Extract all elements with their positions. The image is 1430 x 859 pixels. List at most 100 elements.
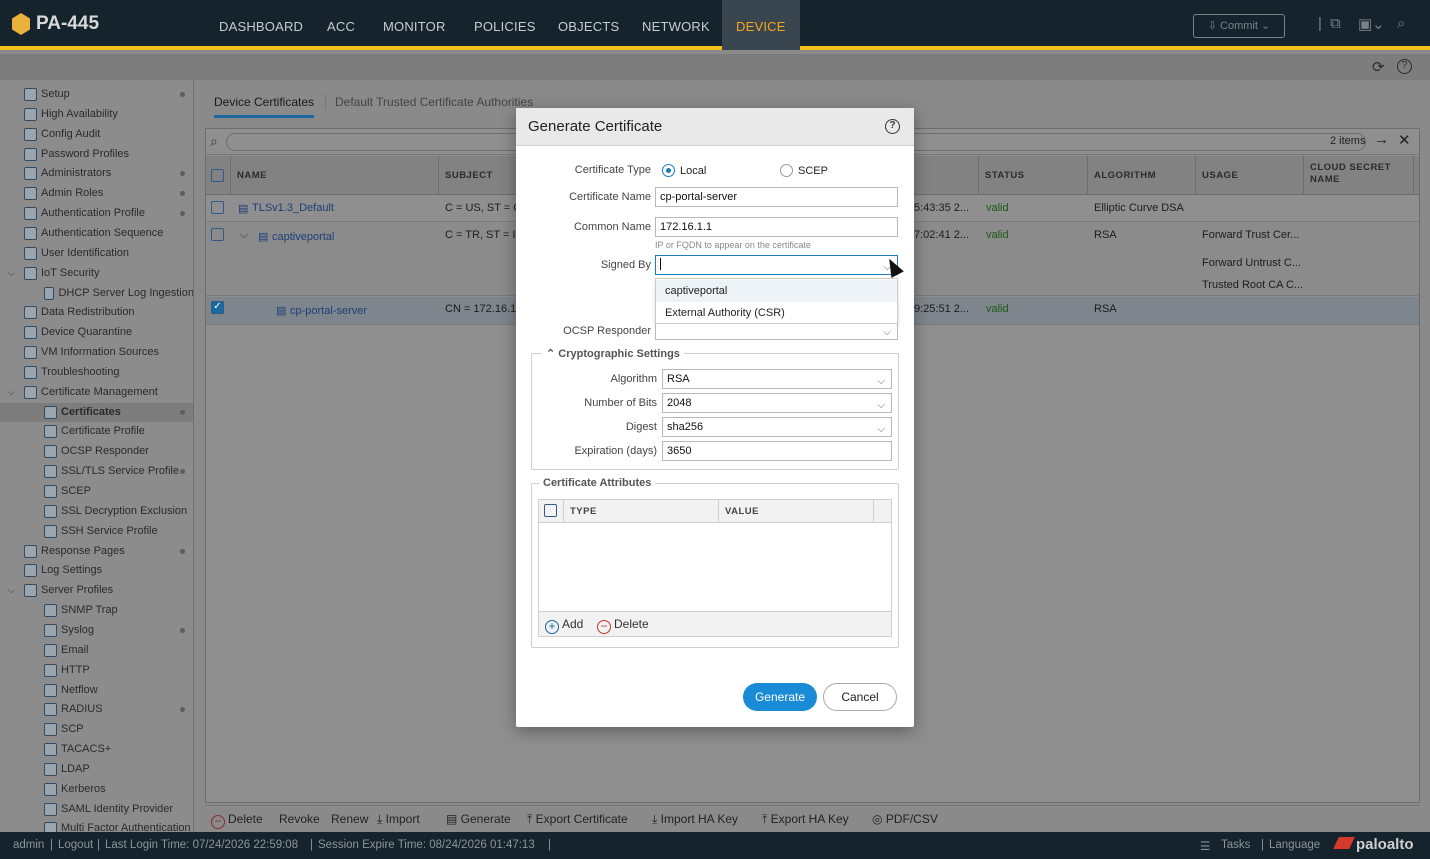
sidebar-item-config-audit[interactable]: Config Audit — [24, 125, 193, 144]
sidebar-item-administrators[interactable]: Administrators — [24, 164, 193, 183]
sidebar-item-ssl-tls-service-profile[interactable]: SSL/TLS Service Profile — [44, 462, 193, 481]
common-name-input[interactable]: 172.16.1.1 — [655, 217, 898, 237]
revoke-action[interactable]: Revoke — [279, 812, 320, 826]
search-icon[interactable]: ⌕ — [1397, 15, 1405, 32]
sidebar-item-tacacs-[interactable]: TACACS+ — [44, 740, 193, 759]
import-ha-key-action[interactable]: ⤓ Import HA Key — [652, 812, 738, 827]
sidebar-item-multi-factor-authentication[interactable]: Multi Factor Authentication — [44, 819, 193, 832]
col-usage[interactable]: USAGE — [1196, 156, 1304, 195]
crypto-legend[interactable]: ⌃ Cryptographic Settings — [542, 347, 684, 360]
sidebar-item-vm-information-sources[interactable]: VM Information Sources — [24, 343, 193, 362]
radio-scep[interactable] — [780, 164, 793, 177]
algorithm-select[interactable]: RSA ⌵ — [662, 369, 892, 389]
refresh-icon[interactable]: ⟳ — [1372, 58, 1385, 76]
sidebar-item-user-identification[interactable]: User Identification — [24, 244, 193, 263]
renew-action[interactable]: Renew — [331, 812, 368, 826]
col-cloud-secret-name[interactable]: CLOUD SECRET NAME — [1304, 156, 1414, 195]
expand-chevron-icon[interactable]: ⌵ — [8, 387, 15, 398]
help-icon[interactable]: ? — [1397, 59, 1412, 74]
sidebar-item-kerberos[interactable]: Kerberos — [44, 780, 193, 799]
delete-attribute-button[interactable]: − Delete — [597, 617, 649, 634]
row-checkbox[interactable] — [211, 228, 224, 241]
sidebar-item-setup[interactable]: Setup — [24, 85, 193, 104]
cert-name-input[interactable]: cp-portal-server — [655, 187, 898, 207]
sidebar-item-syslog[interactable]: Syslog — [44, 621, 193, 640]
sidebar-item-http[interactable]: HTTP — [44, 661, 193, 680]
tab-device-certificates[interactable]: Device Certificates — [214, 95, 315, 118]
delete-action[interactable]: − Delete — [211, 812, 263, 829]
attr-col-type[interactable]: TYPE — [564, 500, 719, 523]
row-name[interactable]: TLSv1.3_Default — [252, 202, 334, 214]
row-name[interactable]: cp-portal-server — [290, 305, 367, 317]
ocsp-select[interactable]: ⌵ — [655, 324, 898, 340]
tasks-icon[interactable]: ☰ — [1200, 839, 1210, 853]
select-all-checkbox[interactable] — [211, 169, 224, 182]
export-ha-key-action[interactable]: ⤒ Export HA Key — [762, 812, 849, 827]
sidebar-item-authentication-sequence[interactable]: Authentication Sequence — [24, 224, 193, 243]
export-certificate-action[interactable]: ⤒ Export Certificate — [527, 812, 628, 827]
pdf-csv-action[interactable]: ◎ PDF/CSV — [872, 812, 938, 826]
clear-filter-icon[interactable]: ✕ — [1398, 131, 1411, 149]
cancel-button[interactable]: Cancel — [823, 683, 897, 711]
commit-button[interactable]: ⇩ Commit ⌄ — [1193, 14, 1285, 38]
logout-link[interactable]: Logout — [58, 839, 93, 851]
generate-button[interactable]: Generate — [743, 683, 817, 711]
nav-policies[interactable]: POLICIES — [474, 0, 536, 50]
transaction-icon[interactable]: ▣⌄ — [1358, 15, 1385, 33]
sidebar-item-response-pages[interactable]: Response Pages — [24, 542, 193, 561]
sidebar-item-ldap[interactable]: LDAP — [44, 760, 193, 779]
sidebar-item-password-profiles[interactable]: Password Profiles — [24, 145, 193, 164]
expand-chevron-icon[interactable]: ⌵ — [8, 585, 15, 596]
expiration-input[interactable]: 3650 — [662, 441, 892, 461]
sidebar-item-server-profiles[interactable]: Server Profiles — [24, 581, 193, 600]
sidebar-item-iot-security[interactable]: IoT Security — [24, 264, 193, 283]
col-algorithm[interactable]: ALGORITHM — [1088, 156, 1196, 195]
sidebar-item-email[interactable]: Email — [44, 641, 193, 660]
nav-device[interactable]: DEVICE — [722, 0, 800, 50]
expand-chevron-icon[interactable]: ⌵ — [8, 268, 15, 279]
sidebar-item-netflow[interactable]: Netflow — [44, 681, 193, 700]
sidebar-item-authentication-profile[interactable]: Authentication Profile — [24, 204, 193, 223]
sidebar-item-high-availability[interactable]: High Availability — [24, 105, 193, 124]
sidebar-item-scp[interactable]: SCP — [44, 720, 193, 739]
dropdown-option-external-authority[interactable]: External Authority (CSR) — [656, 302, 897, 324]
tasks-link[interactable]: Tasks — [1221, 839, 1250, 851]
nav-dashboard[interactable]: DASHBOARD — [219, 0, 303, 50]
row-name[interactable]: captiveportal — [272, 231, 334, 243]
generate-action[interactable]: ▤ Generate — [446, 812, 511, 826]
bits-select[interactable]: 2048 ⌵ — [662, 393, 892, 413]
signed-by-select[interactable]: ⌵ — [655, 255, 898, 275]
sidebar-item-dhcp-server-log-ingestion[interactable]: DHCP Server Log Ingestion — [44, 284, 193, 303]
sidebar-item-saml-identity-provider[interactable]: SAML Identity Provider — [44, 800, 193, 819]
sidebar-item-admin-roles[interactable]: Admin Roles — [24, 184, 193, 203]
attr-select-all-checkbox[interactable] — [544, 504, 557, 517]
nav-objects[interactable]: OBJECTS — [558, 0, 619, 50]
sidebar-item-ssh-service-profile[interactable]: SSH Service Profile — [44, 522, 193, 541]
sidebar-item-certificate-management[interactable]: Certificate Management — [24, 383, 193, 402]
sidebar-item-snmp-trap[interactable]: SNMP Trap — [44, 601, 193, 620]
add-attribute-button[interactable]: + Add — [545, 617, 583, 634]
expand-chevron-icon[interactable]: ⌵ — [240, 229, 248, 242]
sidebar-item-data-redistribution[interactable]: Data Redistribution — [24, 303, 193, 322]
sidebar-item-certificates[interactable]: Certificates — [0, 402, 193, 422]
config-lock-icon[interactable]: ⧉ — [1330, 15, 1341, 32]
import-action[interactable]: ⤓ Import — [377, 812, 420, 827]
nav-monitor[interactable]: MONITOR — [383, 0, 446, 50]
sidebar-item-ocsp-responder[interactable]: OCSP Responder — [44, 442, 193, 461]
apply-filter-icon[interactable]: → — [1374, 131, 1389, 148]
language-link[interactable]: Language — [1269, 839, 1320, 851]
row-checkbox[interactable] — [211, 201, 224, 214]
col-status[interactable]: STATUS — [979, 156, 1088, 195]
col-name[interactable]: NAME — [231, 156, 439, 195]
digest-select[interactable]: sha256 ⌵ — [662, 417, 892, 437]
row-checkbox-checked[interactable]: ✓ — [211, 301, 224, 314]
radio-local[interactable] — [662, 164, 675, 177]
sidebar-item-device-quarantine[interactable]: Device Quarantine — [24, 323, 193, 342]
sidebar-item-certificate-profile[interactable]: Certificate Profile — [44, 422, 193, 441]
sidebar-item-scep[interactable]: SCEP — [44, 482, 193, 501]
sidebar-item-ssl-decryption-exclusion[interactable]: SSL Decryption Exclusion — [44, 502, 193, 521]
nav-acc[interactable]: ACC — [327, 0, 355, 50]
dialog-help-icon[interactable]: ? — [885, 119, 900, 134]
sidebar-item-log-settings[interactable]: Log Settings — [24, 561, 193, 580]
tab-default-trusted-cas[interactable]: Default Trusted Certificate Authorities — [335, 95, 533, 109]
